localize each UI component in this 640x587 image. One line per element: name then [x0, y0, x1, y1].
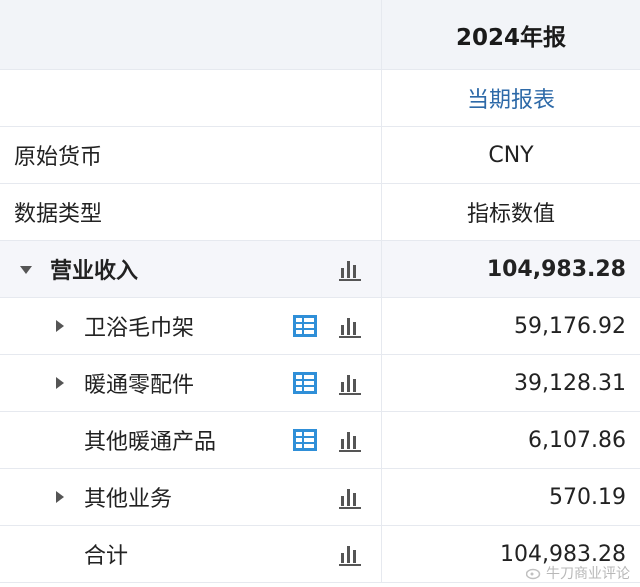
table-header-row: 2024年报: [0, 0, 640, 70]
bar-chart-icon[interactable]: [337, 313, 363, 339]
row-label: 其他业务: [84, 487, 173, 512]
bar-chart-icon[interactable]: [337, 370, 363, 396]
row-value: 6,107.86: [528, 427, 626, 453]
period-title: 2024年报: [455, 24, 566, 51]
table-row-other-hvac: 其他暖通产品 6,107.86: [0, 412, 640, 469]
row-label: 卫浴毛巾架: [84, 316, 195, 341]
bar-chart-icon[interactable]: [337, 541, 363, 567]
row-label: 其他暖通产品: [84, 430, 217, 455]
row-label: 暖通零配件: [84, 373, 195, 398]
report-link-row: 当期报表: [0, 70, 640, 127]
weibo-icon: [526, 568, 541, 580]
row-value: 39,128.31: [514, 370, 626, 396]
caret-right-icon[interactable]: [56, 320, 64, 332]
row-value: 指标数值: [466, 202, 555, 227]
row-value: CNY: [488, 142, 534, 168]
row-value: 59,176.92: [514, 313, 626, 339]
bar-chart-icon[interactable]: [337, 484, 363, 510]
caret-down-icon[interactable]: [20, 266, 32, 274]
table-row-currency: 原始货币 CNY: [0, 127, 640, 184]
row-label: 合计: [84, 544, 129, 569]
table-row-hvac-parts: 暖通零配件 39,128.31: [0, 355, 640, 412]
row-label: 原始货币: [14, 145, 103, 170]
watermark-text: 牛刀商业评论: [546, 566, 630, 582]
row-value: 570.19: [549, 484, 626, 510]
row-label: 营业收入: [50, 259, 139, 284]
watermark: 牛刀商业评论: [526, 563, 630, 583]
financial-data-table: 2024年报 当期报表 原始货币 CNY 数据类型 指标数值 营业收入 104,…: [0, 0, 640, 583]
table-detail-icon[interactable]: [292, 371, 318, 395]
table-row-revenue: 营业收入 104,983.28: [0, 241, 640, 298]
table-row-towel-rack: 卫浴毛巾架 59,176.92: [0, 298, 640, 355]
table-detail-icon[interactable]: [292, 314, 318, 338]
table-detail-icon[interactable]: [292, 428, 318, 452]
bar-chart-icon[interactable]: [337, 256, 363, 282]
current-report-link[interactable]: 当期报表: [467, 82, 555, 114]
bar-chart-icon[interactable]: [337, 427, 363, 453]
row-value: 104,983.28: [486, 256, 626, 282]
table-row-other-business: 其他业务 570.19: [0, 469, 640, 526]
caret-right-icon[interactable]: [56, 377, 64, 389]
table-row-data-type: 数据类型 指标数值: [0, 184, 640, 241]
report-link-left-cell: [0, 70, 382, 126]
row-label: 数据类型: [14, 202, 103, 227]
header-period-cell: 2024年报: [382, 0, 640, 69]
caret-right-icon[interactable]: [56, 491, 64, 503]
header-left-cell: [0, 0, 382, 69]
report-link-cell: 当期报表: [382, 70, 640, 126]
